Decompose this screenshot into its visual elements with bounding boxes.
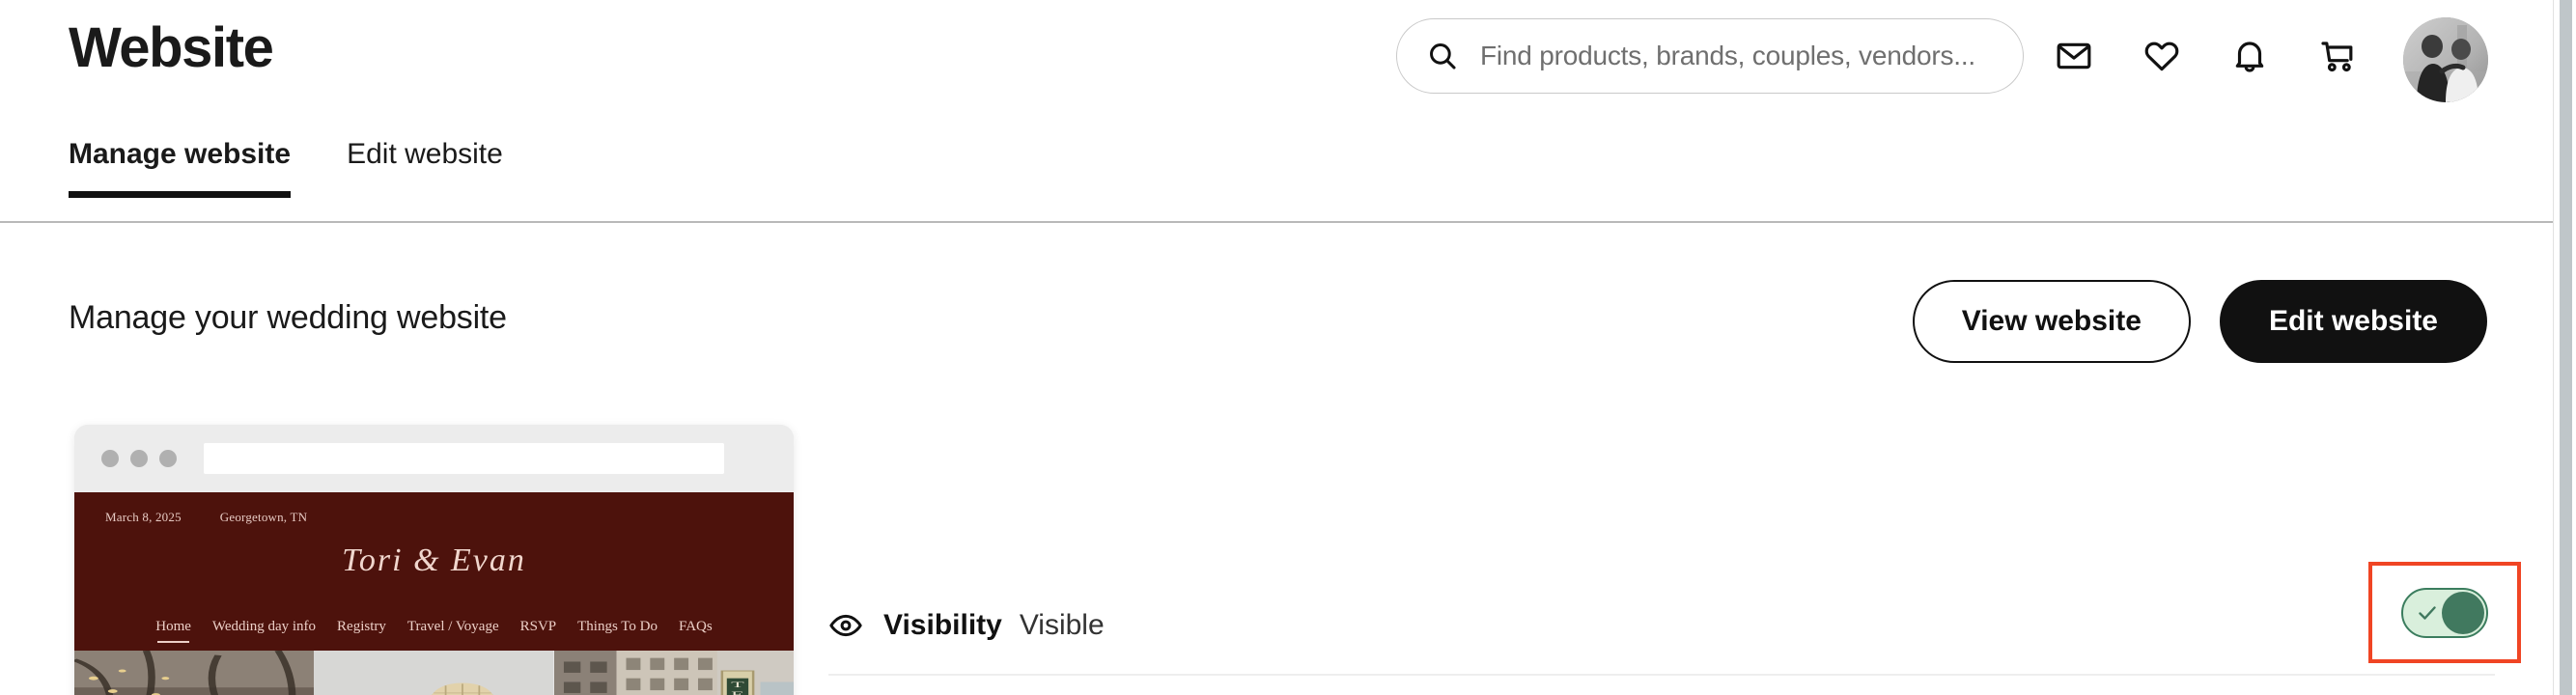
preview-url-bar bbox=[204, 443, 724, 474]
preview-photo-theater: T E N bbox=[553, 651, 794, 695]
preview-nav-wedding-day-info: Wedding day info bbox=[211, 619, 317, 634]
edit-website-button[interactable]: Edit website bbox=[2219, 280, 2487, 363]
tab-edit-website[interactable]: Edit website bbox=[347, 138, 503, 198]
search-input[interactable]: Find products, brands, couples, vendors.… bbox=[1396, 18, 2024, 94]
page-title: Website bbox=[69, 16, 274, 79]
scrollbar-thumb[interactable] bbox=[2560, 0, 2572, 695]
view-website-button[interactable]: View website bbox=[1912, 280, 2191, 363]
search-placeholder: Find products, brands, couples, vendors.… bbox=[1480, 41, 1975, 70]
preview-browser-chrome bbox=[74, 425, 794, 492]
top-header: Website Find products, brands, couples, … bbox=[0, 0, 2553, 223]
header-icon-group bbox=[2055, 37, 2357, 75]
edit-website-button-label: Edit website bbox=[2268, 305, 2438, 337]
toggle-knob bbox=[2442, 591, 2484, 634]
preview-nav-faqs: FAQs bbox=[679, 619, 713, 634]
eye-icon bbox=[828, 608, 863, 643]
view-website-button-label: View website bbox=[1961, 305, 2142, 337]
preview-nav-things-to-do: Things To Do bbox=[577, 619, 658, 634]
visibility-toggle-highlight bbox=[2368, 562, 2521, 663]
visibility-toggle[interactable] bbox=[2401, 587, 2488, 638]
preview-site-date: March 8, 2025 bbox=[105, 510, 182, 524]
vertical-scrollbar[interactable] bbox=[2553, 0, 2576, 695]
check-icon bbox=[2416, 601, 2439, 625]
bell-icon[interactable] bbox=[2230, 37, 2269, 75]
heart-icon[interactable] bbox=[2142, 37, 2181, 75]
page-root: Website Find products, brands, couples, … bbox=[0, 0, 2576, 695]
preview-photo-sunsphere bbox=[314, 651, 554, 695]
visibility-label: Visibility bbox=[883, 609, 1002, 641]
preview-photo-strip: T E N bbox=[74, 651, 794, 695]
cart-icon[interactable] bbox=[2318, 37, 2357, 75]
preview-photo-lights bbox=[74, 651, 315, 695]
preview-nav-registry: Registry bbox=[337, 619, 386, 634]
tab-edit-website-label: Edit website bbox=[347, 138, 503, 170]
svg-text:E: E bbox=[731, 689, 744, 695]
visibility-row: Visibility Visible bbox=[828, 577, 2495, 676]
preview-nav-travel: Travel / Voyage bbox=[406, 619, 499, 634]
visibility-value: Visible bbox=[1019, 609, 1105, 641]
tab-manage-website-label: Manage website bbox=[69, 138, 292, 170]
preview-nav-rsvp: RSVP bbox=[519, 619, 557, 634]
browser-dot bbox=[130, 450, 148, 467]
tab-manage-website[interactable]: Manage website bbox=[69, 138, 292, 198]
avatar[interactable] bbox=[2403, 17, 2488, 102]
preview-site-location: Georgetown, TN bbox=[219, 510, 308, 524]
browser-dot bbox=[101, 450, 119, 467]
svg-text:T: T bbox=[731, 681, 745, 690]
mail-icon[interactable] bbox=[2055, 37, 2093, 75]
section-subtitle: Manage your wedding website bbox=[69, 299, 507, 336]
preview-couple-names: Tori & Evan bbox=[342, 542, 526, 578]
browser-dot bbox=[159, 450, 177, 467]
tab-bar: Manage website Edit website bbox=[69, 138, 559, 198]
browser-dots bbox=[101, 450, 177, 467]
preview-site-meta: March 8, 2025 Georgetown, TN bbox=[105, 510, 307, 525]
website-preview-card[interactable]: March 8, 2025 Georgetown, TN Tori & Evan… bbox=[74, 425, 794, 695]
preview-site-nav: Home Wedding day info Registry Travel / … bbox=[74, 619, 794, 643]
preview-site-header: March 8, 2025 Georgetown, TN Tori & Evan… bbox=[74, 492, 794, 651]
preview-nav-home: Home bbox=[155, 619, 191, 643]
action-button-group: View website Edit website bbox=[1912, 280, 2487, 363]
search-icon bbox=[1426, 40, 1459, 72]
